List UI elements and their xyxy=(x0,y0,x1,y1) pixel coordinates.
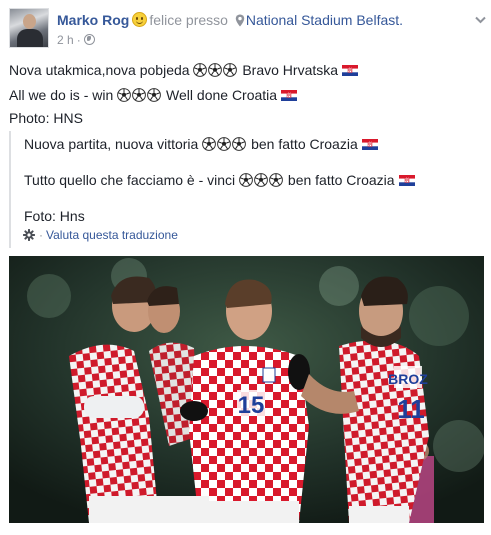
jersey-back-name: BROZ xyxy=(388,371,428,387)
translation-text-tail: ben fatto Croazia xyxy=(287,172,395,188)
soccer-ball-icon xyxy=(232,137,246,151)
soccer-ball-icon xyxy=(208,63,222,77)
feeling-text: felice presso xyxy=(149,12,228,28)
translation-line-3: Foto: Hns xyxy=(24,208,85,224)
post-meta: 2 h · xyxy=(57,32,95,48)
post-photo[interactable]: 15 BROZ 11 xyxy=(9,256,484,523)
translation-text: Tutto quello che facciamo è - vinci xyxy=(24,172,236,188)
author-name[interactable]: Marko Rog xyxy=(57,12,129,28)
soccer-ball-icon xyxy=(202,137,216,151)
soccer-ball-icon xyxy=(239,173,253,187)
smiley-icon xyxy=(132,12,148,27)
location-link[interactable]: National Stadium Belfast. xyxy=(246,12,403,28)
globe-icon[interactable] xyxy=(83,34,95,45)
translation-text-tail: ben fatto Croazia xyxy=(251,136,358,152)
chevron-down-icon[interactable] xyxy=(475,16,486,24)
post-text: Nova utakmica,nova pobjeda xyxy=(9,62,190,78)
soccer-ball-icon xyxy=(147,88,161,102)
soccer-ball-icon xyxy=(223,63,237,77)
post-text: All we do is - win xyxy=(9,87,114,103)
rate-separator: · xyxy=(39,228,43,242)
croatia-flag-icon xyxy=(399,175,415,186)
soccer-ball-icon xyxy=(269,173,283,187)
post-title-line: Marko Rog felice presso National Stadium … xyxy=(57,11,403,29)
croatia-flag-icon xyxy=(362,139,378,150)
croatia-flag-icon xyxy=(281,90,297,101)
post-text-line-1: Nova utakmica,nova pobjeda Bravo Hrvatsk… xyxy=(9,61,358,80)
translation-line-1: Nuova partita, nuova vittoria ben fatto … xyxy=(24,135,378,154)
post-text-tail: Bravo Hrvatska xyxy=(242,62,339,78)
soccer-ball-icon xyxy=(117,88,131,102)
post-text-tail: Well done Croatia xyxy=(166,87,278,103)
meta-separator: · xyxy=(76,33,81,47)
timestamp[interactable]: 2 h xyxy=(57,33,74,47)
soccer-ball-icon xyxy=(132,88,146,102)
map-pin-icon xyxy=(235,14,245,27)
post-text-line-3: Photo: HNS xyxy=(9,110,83,126)
soccer-ball-icon xyxy=(193,63,207,77)
translation-line-2: Tutto quello che facciamo è - vinci ben … xyxy=(24,171,415,190)
jersey-number-11: 11 xyxy=(397,394,425,424)
translation-text: Nuova partita, nuova vittoria xyxy=(24,136,199,152)
croatia-flag-icon xyxy=(342,65,358,76)
jersey-number-15: 15 xyxy=(238,392,265,419)
rate-translation-link[interactable]: Valuta questa traduzione xyxy=(46,228,178,242)
rate-translation[interactable]: · Valuta questa traduzione xyxy=(23,228,178,242)
post-text-line-2: All we do is - win Well done Croatia xyxy=(9,86,297,105)
translation-block: Nuova partita, nuova vittoria ben fatto … xyxy=(9,131,479,248)
soccer-ball-icon xyxy=(217,137,231,151)
gear-icon[interactable] xyxy=(23,229,35,241)
avatar[interactable] xyxy=(9,8,49,48)
post-header: Marko Rog felice presso National Stadium … xyxy=(9,8,486,50)
soccer-ball-icon xyxy=(254,173,268,187)
